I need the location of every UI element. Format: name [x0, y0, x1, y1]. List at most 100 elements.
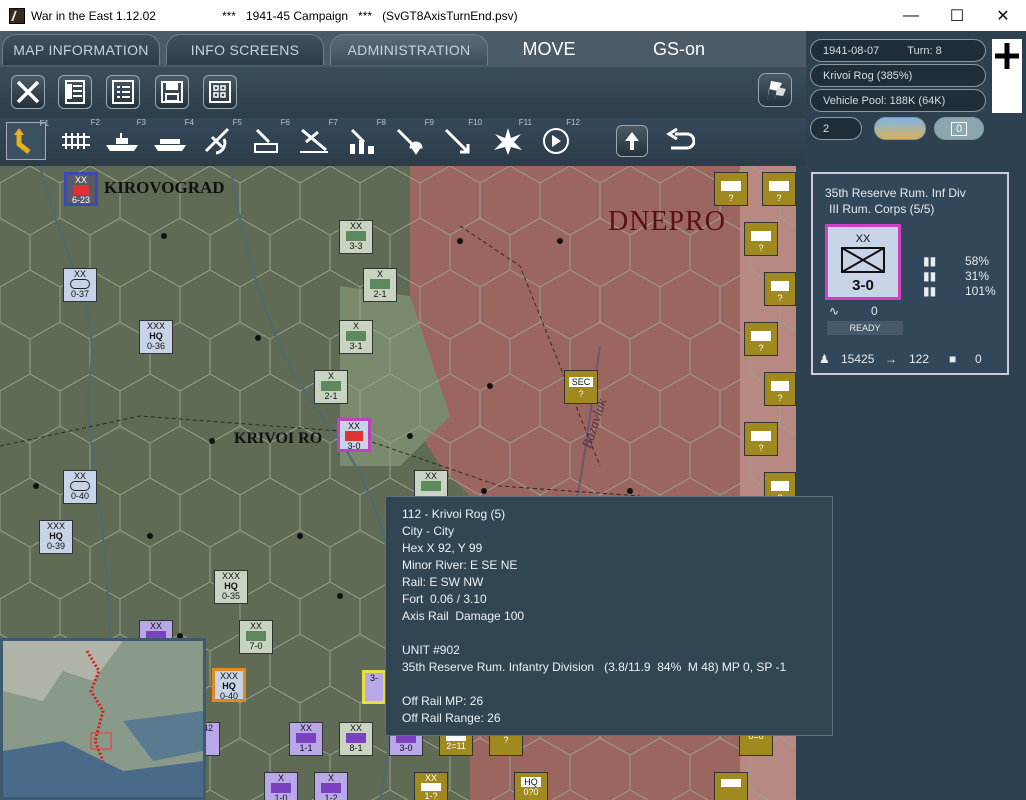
close-window-icon[interactable]: ✕ — [980, 0, 1026, 31]
unit-counter[interactable]: XX 6-23 — [64, 172, 98, 206]
list-button[interactable] — [106, 75, 140, 109]
tooltip-unit-id: UNIT #902 — [402, 643, 460, 657]
transport-ship-icon — [154, 139, 186, 151]
tab-info-screens[interactable]: INFO SCREENS — [166, 34, 324, 65]
close-icon — [16, 80, 40, 104]
minimize-icon[interactable]: — — [888, 0, 934, 31]
gun-icon: → — [885, 352, 897, 366]
tooltip-river: Minor River: E SE NE — [402, 558, 518, 572]
save-button[interactable] — [155, 75, 189, 109]
app-title: War in the East 1.12.02 — [31, 8, 156, 23]
tab-gs-on[interactable]: GS-on — [614, 34, 744, 65]
unit-counter[interactable]: XXX HQ 0-40 — [212, 668, 246, 702]
tooltip-unit-desc: 35th Reserve Rum. Infantry Division (3.8… — [402, 660, 787, 674]
unit-counter[interactable]: X 3-1 — [339, 320, 373, 354]
weather-box[interactable] — [874, 117, 926, 140]
afv-count: 0 — [975, 352, 982, 366]
movement-icon: ∿ — [829, 304, 840, 318]
unit-counter[interactable] — [714, 772, 748, 800]
nation-flag — [992, 39, 1022, 113]
move-mode-button[interactable]: F1 — [6, 119, 49, 160]
unit-counter[interactable]: X 1-0 — [264, 772, 298, 800]
unit-counter[interactable]: ? — [744, 222, 778, 256]
unit-counter[interactable]: XXX HQ 0-39 — [39, 520, 73, 554]
gun-count: 122 — [909, 352, 930, 366]
unit-counter[interactable]: XX 3-3 — [339, 220, 373, 254]
unit-counter[interactable]: ? — [762, 172, 796, 206]
grid-button[interactable] — [203, 75, 237, 109]
zero-box[interactable]: 0 — [934, 117, 984, 140]
city-bomb-button[interactable]: F8 — [342, 118, 386, 160]
unit-counter[interactable]: XX 0-37 — [63, 268, 97, 302]
unit-counter[interactable]: ? — [764, 372, 796, 406]
unit-counter[interactable]: SEC? — [564, 370, 598, 404]
ground-attack-button[interactable]: F7 — [294, 118, 338, 160]
tab-move[interactable]: MOVE — [494, 34, 604, 65]
rail-mode-button[interactable]: F2 — [56, 118, 100, 160]
unit-counter[interactable]: ? — [744, 322, 778, 356]
airbase-icon — [254, 128, 278, 153]
unit-counter[interactable]: X 2-1 — [363, 268, 397, 302]
ship-icon — [106, 133, 138, 151]
upload-button[interactable] — [616, 125, 648, 157]
unit-counter[interactable]: 3- — [362, 670, 386, 704]
city-box: Krivoi Rog (385%) — [810, 64, 986, 87]
undo-button[interactable] — [660, 122, 700, 160]
tab-map-information[interactable]: MAP INFORMATION — [2, 34, 160, 65]
unit-counter[interactable]: XX 7-0 — [239, 620, 273, 654]
tank-icon: ■ — [949, 352, 957, 366]
paradrop-button[interactable]: F9 — [390, 118, 434, 160]
tooltip-hex-coords: Hex X 92, Y 99 — [402, 541, 483, 555]
air-recon-button[interactable]: F5 — [198, 118, 242, 160]
document-icon — [65, 80, 85, 104]
exit-button[interactable] — [11, 75, 45, 109]
unit-counter[interactable]: XX 1-1 — [289, 722, 323, 756]
toolbar-modes: F1 F2 F3 F4 F5 F6 F7 F8 F9 F10 F11 F12 — [0, 118, 806, 166]
interdiction-icon — [444, 128, 470, 154]
explosion-button[interactable]: F11 — [488, 118, 532, 160]
unit-counter[interactable]: XX 1-? — [414, 772, 448, 800]
naval-mode-button[interactable]: F3 — [102, 118, 146, 160]
date-box: 1941-08-07 Turn: 8 — [810, 39, 986, 62]
tab-bar: MAP INFORMATION INFO SCREENS ADMINISTRAT… — [0, 31, 806, 67]
map-label-kirovograd: KIROVOGRAD — [104, 178, 225, 197]
unit-strength: 3-0 — [852, 277, 874, 294]
reports-button[interactable] — [58, 75, 92, 109]
unit-counter[interactable]: X 2-1 — [314, 370, 348, 404]
move-arrow-icon — [14, 128, 31, 154]
tooltip-spacer — [402, 676, 832, 693]
next-unit-button[interactable]: F12 — [536, 118, 580, 160]
unit-counter[interactable]: XXX HQ 0-35 — [214, 570, 248, 604]
maximize-icon[interactable]: ☐ — [934, 0, 980, 31]
interdiction-button[interactable]: F10 — [438, 118, 482, 160]
city-info: Krivoi Rog (385%) — [823, 69, 913, 82]
unit-counter[interactable]: HQ 0?0 — [514, 772, 548, 800]
parachute-icon — [396, 128, 423, 155]
tooltip-spacer — [402, 625, 832, 642]
counter-value: 2 — [823, 122, 830, 135]
tooltip-axis-rail: Axis Rail Damage 100 — [402, 609, 525, 623]
unit-counter[interactable]: XX 3-0 — [825, 224, 901, 300]
unit-counter[interactable]: XX 0-40 — [63, 470, 97, 504]
minimap[interactable] — [0, 638, 206, 800]
tab-administration[interactable]: ADMINISTRATION — [330, 34, 488, 65]
vehicle-pool-box: Vehicle Pool: 188K (64K) — [810, 89, 986, 112]
vehicle-pool: Vehicle Pool: 188K (64K) — [823, 94, 946, 107]
unit-counter[interactable]: ? — [744, 422, 778, 456]
infantry-count-icon: ♟ — [819, 352, 830, 366]
unit-counter[interactable]: ? — [764, 272, 796, 306]
hex-tooltip: 112 - Krivoi Rog (5) City - City Hex X 9… — [385, 496, 833, 736]
unit-counter[interactable]: X 1-2 — [314, 772, 348, 800]
air-base-button[interactable]: F6 — [246, 118, 290, 160]
unit-counter[interactable]: XX 8-1 — [339, 722, 373, 756]
flags-button[interactable] — [758, 73, 792, 107]
men-count: 15425 — [841, 352, 875, 366]
selected-unit-counter[interactable]: XX 3-0 — [337, 418, 371, 452]
unit-counter[interactable]: XXX HQ 0-36 — [139, 320, 173, 354]
map-label-krivoi-rog: KRIVOI RO — [234, 430, 323, 447]
unit-card: 35th Reserve Rum. Inf Div III Rum. Corps… — [811, 172, 1009, 375]
unit-size: XX — [855, 233, 871, 245]
bomber-icon — [300, 128, 328, 153]
unit-counter[interactable]: ? — [714, 172, 748, 206]
sea-transport-button[interactable]: F4 — [150, 118, 194, 160]
